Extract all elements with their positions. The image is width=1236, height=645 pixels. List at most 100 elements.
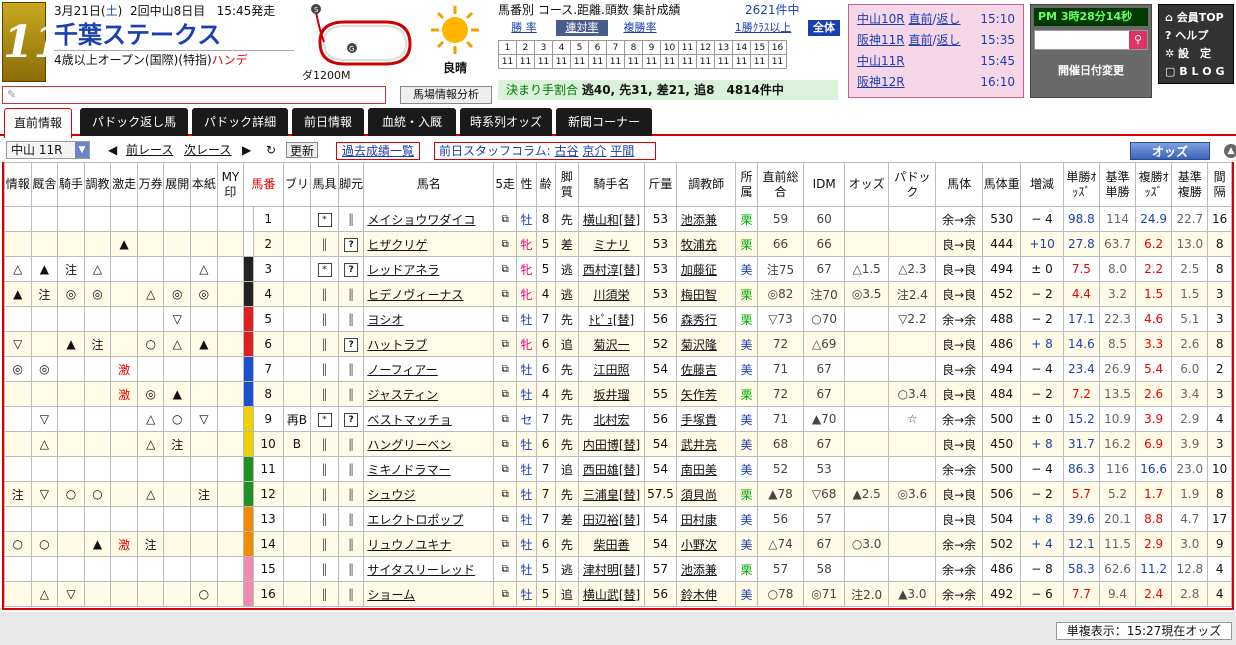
five-runs-icon[interactable]: ⧉: [493, 381, 518, 407]
jockey-link[interactable]: 江田照: [578, 356, 645, 382]
horse-name-link[interactable]: ショーム: [363, 581, 495, 607]
tab-class[interactable]: 1勝ｸﾗｽ以上: [728, 20, 798, 36]
ashimoto-cell[interactable]: ‖: [337, 531, 365, 557]
ashimoto-cell[interactable]: ?: [337, 256, 365, 282]
trainer-link[interactable]: 梅田智: [675, 281, 737, 307]
horse-name-link[interactable]: ジャスティン: [363, 381, 495, 407]
ashimoto-cell[interactable]: ‖: [337, 431, 365, 457]
tab-shinbun[interactable]: 新聞コーナー: [556, 108, 652, 136]
mark-cell[interactable]: [216, 531, 245, 557]
gear-cell[interactable]: ‖: [310, 356, 339, 382]
other-race-3[interactable]: 中山11R 15:45: [857, 51, 1015, 72]
trainer-link[interactable]: 牧浦充: [675, 231, 737, 257]
ashimoto-cell[interactable]: ‖: [337, 456, 365, 482]
ashimoto-mark[interactable]: ‖: [348, 562, 354, 576]
refresh-icon[interactable]: ↻: [266, 142, 276, 158]
gear-mark[interactable]: ‖: [322, 437, 328, 451]
gear-mark[interactable]: *: [317, 263, 332, 277]
horse-name-link[interactable]: シュウジ: [363, 481, 495, 507]
gear-cell[interactable]: ‖: [310, 381, 339, 407]
mark-cell[interactable]: [216, 381, 245, 407]
trainer-link[interactable]: 小野次: [675, 531, 737, 557]
jockey-link[interactable]: 内田博[替]: [578, 431, 645, 457]
mark-cell[interactable]: [216, 456, 245, 482]
horse-row[interactable]: ◎ ◎ 激 7 ‖ ‖ ノーフィアー ⧉ 牡 6 先江田照 54 佐藤吉美 71 67 良→余 494− 4 23…: [4, 356, 1232, 382]
horse-name-link[interactable]: ヒザクリゲ: [363, 231, 495, 257]
trainer-link[interactable]: 菊沢隆: [675, 331, 737, 357]
horse-name-link[interactable]: ヨシオ: [363, 306, 495, 332]
five-runs-icon[interactable]: ⧉: [493, 531, 518, 557]
horse-row[interactable]: ▽ △ ○ ▽ 9 再B *? ベストマッチョ ⧉ セ 7 先北村宏 56 手塚貴美 71 ▲70 ☆ 余→余 50…: [4, 406, 1232, 432]
gear-cell[interactable]: ‖: [310, 431, 339, 457]
prev-race-link[interactable]: 前レース: [126, 142, 173, 158]
ashimoto-cell[interactable]: ‖: [337, 356, 365, 382]
ashimoto-cell[interactable]: ‖: [337, 281, 365, 307]
jockey-link[interactable]: 川須栄: [578, 281, 645, 307]
horse-row[interactable]: ▽ ▲ 注 ○ △ ▲ 6 ‖? ハットラブ ⧉ 牝 6 追菊沢一 52 菊沢隆美 72 △69 良→良 486 + …: [4, 331, 1232, 357]
five-runs-icon[interactable]: ⧉: [493, 206, 518, 232]
ashimoto-mark[interactable]: ‖: [348, 437, 354, 451]
gear-cell[interactable]: ‖: [310, 556, 339, 582]
horse-row[interactable]: △ △ 注 10 B ‖ ‖ ハングリーベン ⧉ 牡 6 先内田博[替] 54 武井亮美 68 67 良→良 45…: [4, 431, 1232, 457]
five-runs-icon[interactable]: ⧉: [493, 306, 518, 332]
prev-icon[interactable]: ◀: [108, 142, 117, 158]
jockey-link[interactable]: 柴田善: [578, 531, 645, 557]
ashimoto-cell[interactable]: ‖: [337, 556, 365, 582]
blog-link[interactable]: ▢ B L O G: [1165, 63, 1227, 81]
gear-mark[interactable]: ‖: [322, 312, 328, 326]
mark-cell[interactable]: [216, 206, 245, 232]
mark-cell[interactable]: [216, 406, 245, 432]
horse-row[interactable]: 13 ‖ ‖ エレクトロポップ ⧉ 牡 7 差田辺裕[替] 54 田村康美 56 57 良→良 504 + …: [4, 506, 1232, 532]
mark-cell[interactable]: [216, 356, 245, 382]
ashimoto-cell[interactable]: ‖: [337, 506, 365, 532]
ashimoto-mark[interactable]: ?: [344, 338, 359, 352]
horse-name-link[interactable]: ミキノドラマー: [363, 456, 495, 482]
odds-button[interactable]: オッズ: [1130, 142, 1210, 160]
member-top-link[interactable]: ⌂ 会員TOP: [1165, 9, 1227, 27]
horse-name-link[interactable]: リュウノユキナ: [363, 531, 495, 557]
ashimoto-cell[interactable]: ?: [337, 231, 365, 257]
ashimoto-cell[interactable]: ‖: [337, 206, 365, 232]
gear-mark[interactable]: ‖: [322, 562, 328, 576]
trainer-link[interactable]: 手塚貴: [675, 406, 737, 432]
jockey-link[interactable]: ミナリ: [578, 231, 645, 257]
horse-name-link[interactable]: エレクトロポップ: [363, 506, 495, 532]
mark-cell[interactable]: [216, 581, 245, 607]
other-race-4[interactable]: 阪神12R 16:10: [857, 72, 1015, 93]
five-runs-icon[interactable]: ⧉: [493, 231, 518, 257]
five-runs-icon[interactable]: ⧉: [493, 431, 518, 457]
horse-row[interactable]: ○ ○ ▲ 激注 14 ‖ ‖ リュウノユキナ ⧉ 牡 6 先柴田善 54 小野次美 △74 67 ○3.0 余→…: [4, 531, 1232, 557]
mark-cell[interactable]: [216, 431, 245, 457]
ashimoto-cell[interactable]: ?: [337, 406, 365, 432]
jockey-link[interactable]: ﾄﾋﾟｭ[替]: [578, 306, 645, 332]
gear-cell[interactable]: ‖: [310, 281, 339, 307]
jockey-link[interactable]: 坂井瑠: [578, 381, 645, 407]
horse-row[interactable]: 1 * ‖ メイショウワダイコ ⧉ 牡 8 先横山和[替] 53 池添兼栗 59 60 余→余 530− …: [4, 206, 1232, 232]
other-race-1[interactable]: 中山10R 直前/返し 15:10: [857, 9, 1015, 30]
gear-mark[interactable]: *: [317, 213, 332, 227]
ashimoto-mark[interactable]: ‖: [348, 287, 354, 301]
mark-cell[interactable]: [216, 281, 245, 307]
ashimoto-cell[interactable]: ‖: [337, 481, 365, 507]
ashimoto-cell[interactable]: ‖: [337, 306, 365, 332]
jockey-link[interactable]: 田辺裕[替]: [578, 506, 645, 532]
gear-cell[interactable]: ‖: [310, 456, 339, 482]
mark-cell[interactable]: [216, 556, 245, 582]
next-icon[interactable]: ▶: [242, 142, 251, 158]
five-runs-icon[interactable]: ⧉: [493, 406, 518, 432]
tab-all[interactable]: 全体: [808, 20, 840, 36]
five-runs-icon[interactable]: ⧉: [493, 556, 518, 582]
five-runs-icon[interactable]: ⧉: [493, 356, 518, 382]
horse-name-link[interactable]: ハングリーベン: [363, 431, 495, 457]
gear-mark[interactable]: ‖: [322, 587, 328, 601]
horse-row[interactable]: ▽ 5 ‖ ‖ ヨシオ ⧉ 牡 7 先ﾄﾋﾟｭ[替] 56 森秀行栗 ▽73 ○70 ▽2.2 余→余 488…: [4, 306, 1232, 332]
horse-row[interactable]: ▲ 注 ◎ ◎ △ ◎ ◎ 4 ‖ ‖ ヒデノヴィーナス ⧉ 牝 4 逃川須栄 53 梅田智栗 ◎82 注70 ◎3.…: [4, 281, 1232, 307]
gear-mark[interactable]: *: [317, 413, 332, 427]
gear-cell[interactable]: *: [310, 406, 339, 432]
trainer-link[interactable]: 森秀行: [675, 306, 737, 332]
ashimoto-mark[interactable]: ‖: [348, 487, 354, 501]
baba-analysis-button[interactable]: 馬場情報分析: [400, 86, 492, 104]
gear-mark[interactable]: ‖: [322, 537, 328, 551]
memo-input[interactable]: ✎: [2, 86, 386, 104]
horse-row[interactable]: ▲ 2 ‖? ヒザクリゲ ⧉ 牝 5 差ミナリ 53 牧浦充栗 66 66 良→良 444 +10 27.8 6…: [4, 231, 1232, 257]
